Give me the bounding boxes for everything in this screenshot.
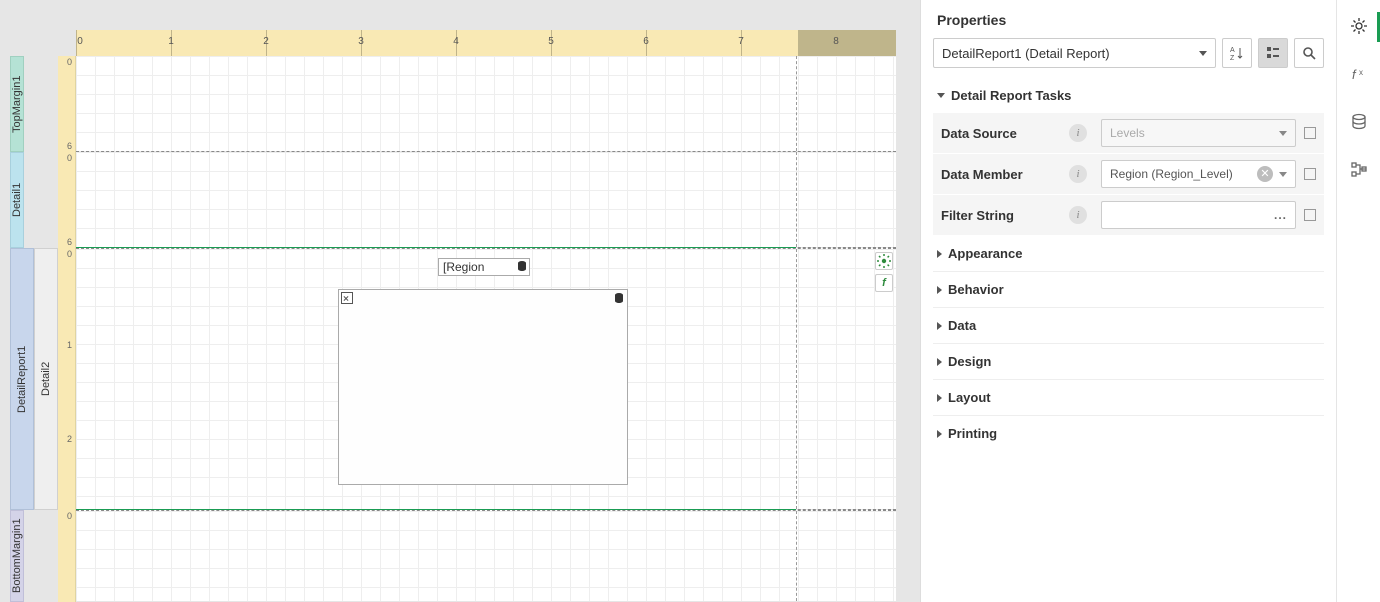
group-title: Printing: [948, 426, 997, 441]
ellipsis-icon[interactable]: ...: [1274, 208, 1287, 222]
vruler-detail1: 0 6: [58, 152, 76, 248]
group-header-design[interactable]: Design: [933, 344, 1324, 379]
hruler-tick-2: 2: [263, 36, 269, 47]
hruler-tick-4: 4: [453, 36, 459, 47]
group-title: Appearance: [948, 246, 1022, 261]
band-label-text: BottomMargin1: [11, 519, 23, 594]
chevron-down-icon: [937, 93, 945, 98]
prop-label: Filter String: [941, 208, 1061, 223]
band-label-text: Detail2: [40, 362, 52, 396]
vertical-ruler-column: 0 6 0 6 0 1 2 0: [58, 56, 76, 602]
prop-label: Data Source: [941, 126, 1061, 141]
prop-row-data-member: Data Member i Region (Region_Level) ✕: [933, 154, 1324, 195]
sort-categorized-button[interactable]: [1258, 38, 1288, 68]
svg-text:x: x: [1359, 68, 1363, 77]
group-title: Layout: [948, 390, 991, 405]
databind-icon: [613, 292, 625, 304]
hruler-tick-3: 3: [358, 36, 364, 47]
combo-value: Levels: [1110, 126, 1145, 140]
hruler-tick-0: 0: [77, 36, 83, 47]
group-header-appearance[interactable]: Appearance: [933, 236, 1324, 271]
band-topmargin[interactable]: [76, 56, 896, 151]
combo-value: Region (Region_Level): [1110, 167, 1233, 181]
properties-panel: Properties DetailReport1 (Detail Report)…: [920, 0, 1336, 602]
filter-string-editor[interactable]: ...: [1101, 201, 1296, 229]
chevron-right-icon: [937, 250, 942, 258]
hruler-tick-1: 1: [168, 36, 174, 47]
chevron-down-icon: [1199, 51, 1207, 56]
property-marker[interactable]: [1304, 168, 1316, 180]
group-header-printing[interactable]: Printing: [933, 416, 1324, 451]
hruler-tick-6: 6: [643, 36, 649, 47]
prop-row-filter-string: Filter String i ...: [933, 195, 1324, 236]
databind-icon: [516, 260, 528, 272]
object-selector-value: DetailReport1 (Detail Report): [942, 46, 1110, 61]
data-source-combo[interactable]: Levels: [1101, 119, 1296, 147]
property-marker[interactable]: [1304, 127, 1316, 139]
vruler-detail2: 0 1 2: [58, 248, 76, 510]
sort-alphabetical-button[interactable]: AZ: [1222, 38, 1252, 68]
group-header-layout[interactable]: Layout: [933, 380, 1324, 415]
report-designer-surface[interactable]: 0 1 2 3 4 5 6 7 8 TopMargin1 Detail1: [0, 0, 920, 602]
clear-icon[interactable]: ✕: [1257, 166, 1273, 182]
vruler-topmargin: 0 6: [58, 56, 76, 152]
band-label-text: DetailReport1: [16, 345, 28, 412]
toolstrip-fieldlist-button[interactable]: [1347, 110, 1371, 134]
band-bottommargin[interactable]: [76, 510, 896, 601]
hruler-tick-5: 5: [548, 36, 554, 47]
band-label-text: TopMargin1: [11, 75, 23, 132]
band-smarttag-button[interactable]: [875, 252, 893, 270]
prop-row-data-source: Data Source i Levels: [933, 113, 1324, 154]
info-icon[interactable]: i: [1069, 206, 1087, 224]
group-header-behavior[interactable]: Behavior: [933, 272, 1324, 307]
group-title: Behavior: [948, 282, 1004, 297]
chevron-right-icon: [937, 394, 942, 402]
data-member-combo[interactable]: Region (Region_Level) ✕: [1101, 160, 1296, 188]
group-title: Data: [948, 318, 976, 333]
chevron-down-icon: [1279, 172, 1287, 177]
band-detail2[interactable]: f [Region: [76, 248, 896, 509]
property-marker[interactable]: [1304, 209, 1316, 221]
band-label-detailreport1[interactable]: DetailReport1: [10, 248, 34, 510]
placed-label-text: [Region: [443, 260, 484, 274]
band-detail1[interactable]: [76, 152, 896, 247]
placed-picturebox[interactable]: [338, 289, 628, 485]
band-label-bottommargin[interactable]: BottomMargin1: [10, 510, 24, 602]
horizontal-ruler: 0 1 2 3 4 5 6 7 8: [58, 30, 898, 56]
object-selector-combo[interactable]: DetailReport1 (Detail Report): [933, 38, 1216, 68]
vruler-bottommargin: 0: [58, 510, 76, 602]
svg-text:A: A: [1230, 47, 1235, 54]
chevron-right-icon: [937, 286, 942, 294]
group-header-tasks[interactable]: Detail Report Tasks: [933, 78, 1324, 113]
right-toolstrip: fx: [1336, 0, 1380, 602]
band-label-detail1[interactable]: Detail1: [10, 152, 24, 248]
band-expression-button[interactable]: f: [875, 274, 893, 292]
band-label-detail2[interactable]: Detail2: [34, 248, 58, 510]
report-canvas[interactable]: f [Region: [76, 56, 896, 601]
properties-panel-title: Properties: [933, 8, 1324, 38]
svg-text:Z: Z: [1230, 55, 1235, 61]
toolstrip-properties-button[interactable]: [1347, 14, 1371, 38]
chevron-down-icon: [1279, 131, 1287, 136]
chevron-right-icon: [937, 322, 942, 330]
svg-text:f: f: [1352, 67, 1357, 82]
prop-label: Data Member: [941, 167, 1061, 182]
chevron-right-icon: [937, 430, 942, 438]
toolstrip-expressions-button[interactable]: fx: [1347, 62, 1371, 86]
placed-label-region[interactable]: [Region: [438, 258, 530, 276]
group-title: Design: [948, 354, 991, 369]
band-label-topmargin[interactable]: TopMargin1: [10, 56, 24, 152]
picturebox-size-icon: [341, 292, 353, 304]
hruler-tick-7: 7: [738, 36, 744, 47]
hruler-tick-8: 8: [833, 36, 839, 47]
group-header-data[interactable]: Data: [933, 308, 1324, 343]
info-icon[interactable]: i: [1069, 165, 1087, 183]
info-icon[interactable]: i: [1069, 124, 1087, 142]
band-label-text: Detail1: [11, 183, 23, 217]
chevron-right-icon: [937, 358, 942, 366]
toolstrip-reportexplorer-button[interactable]: [1347, 158, 1371, 182]
search-properties-button[interactable]: [1294, 38, 1324, 68]
group-title: Detail Report Tasks: [951, 88, 1071, 103]
